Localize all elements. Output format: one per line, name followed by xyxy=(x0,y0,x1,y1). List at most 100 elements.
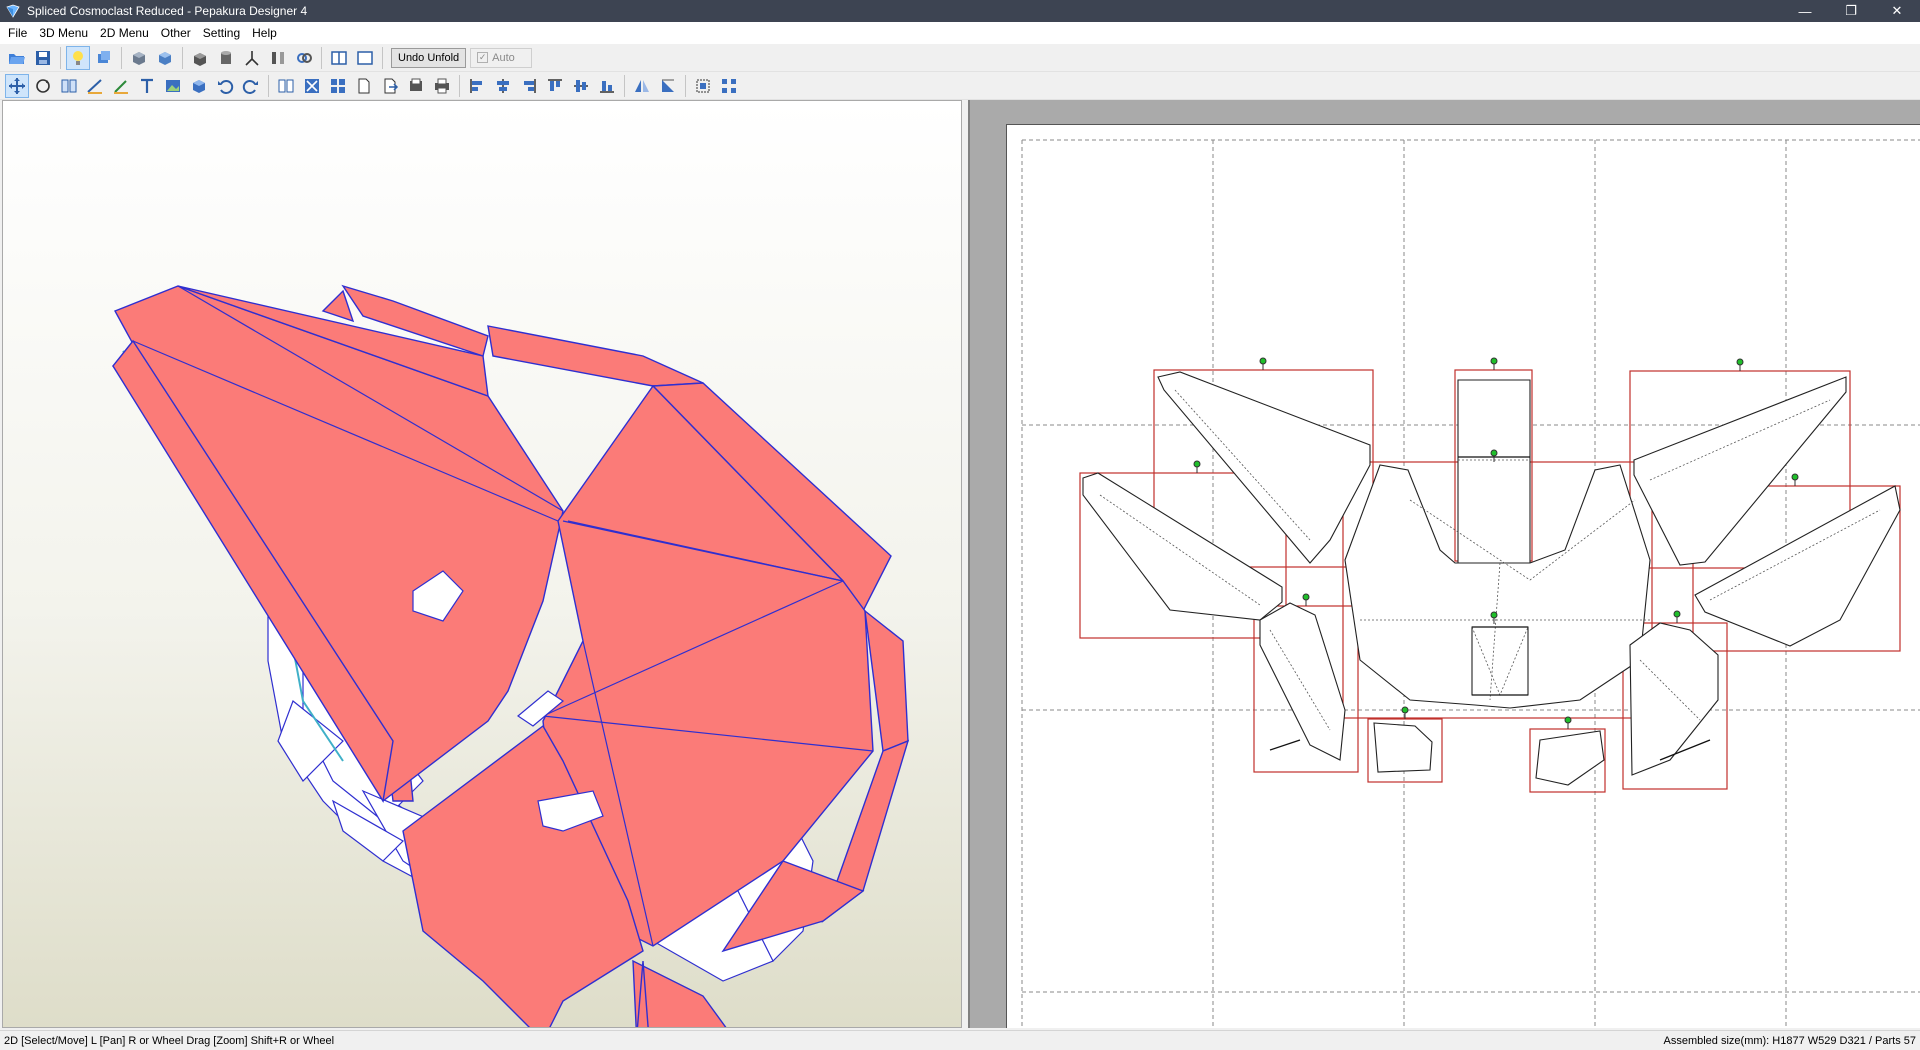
light-button[interactable] xyxy=(66,45,90,70)
window-controls: — ❐ ✕ xyxy=(1782,0,1920,22)
light-icon xyxy=(73,50,83,65)
edge-icon xyxy=(87,78,102,94)
minimize-button[interactable]: — xyxy=(1782,0,1828,22)
align-center-button[interactable] xyxy=(491,74,515,98)
edge-button[interactable] xyxy=(83,74,107,98)
undo-unfold-button[interactable]: Undo Unfold xyxy=(391,47,467,68)
redo-icon xyxy=(242,79,258,94)
part-lower-left xyxy=(1259,602,1346,761)
distribute-button[interactable] xyxy=(717,74,741,98)
mirror-h-button[interactable] xyxy=(630,74,654,98)
grid-button[interactable] xyxy=(326,74,350,98)
cylinder-icon xyxy=(221,50,231,64)
mirror-v-button[interactable] xyxy=(656,74,680,98)
book-icon xyxy=(278,79,294,92)
2d-view-pane[interactable] xyxy=(968,100,1920,1028)
single-view-icon xyxy=(357,50,373,65)
toolbar-separator xyxy=(321,46,322,69)
cut-button[interactable] xyxy=(300,74,324,98)
texture-icon xyxy=(194,52,206,66)
fit-page-icon xyxy=(696,79,710,92)
toolbar-separator xyxy=(121,46,122,69)
align-center-icon xyxy=(497,78,509,93)
close-button[interactable]: ✕ xyxy=(1874,0,1920,22)
mirror-v-icon xyxy=(662,79,674,92)
pepakura-window: Spliced Cosmoclast Reduced - Pepakura De… xyxy=(0,0,1920,1050)
auto-label: Auto xyxy=(492,51,515,64)
link-button[interactable] xyxy=(292,46,316,70)
fit-page-button[interactable] xyxy=(691,74,715,98)
toolbar-separator xyxy=(268,74,269,97)
select-move-button[interactable] xyxy=(5,73,29,98)
align-bottom-button[interactable] xyxy=(595,74,619,98)
menu-other[interactable]: Other xyxy=(155,22,197,44)
auto-checkbox[interactable]: ✓ Auto xyxy=(470,47,533,68)
part-small-left xyxy=(1373,722,1433,773)
axis-icon xyxy=(245,50,259,66)
flip-button[interactable] xyxy=(266,46,290,70)
flap-button[interactable] xyxy=(109,74,133,98)
page-print-button[interactable] xyxy=(404,74,428,98)
single-view-button[interactable] xyxy=(353,46,377,70)
mirror-h-icon xyxy=(635,79,649,92)
restore-button[interactable]: ❐ xyxy=(1828,0,1874,22)
align-middle-button[interactable] xyxy=(569,74,593,98)
page-button[interactable] xyxy=(352,74,376,98)
image-button[interactable] xyxy=(161,74,185,98)
part-center-column xyxy=(1457,379,1531,564)
part-small-right xyxy=(1535,730,1605,786)
axis-button[interactable] xyxy=(240,46,264,70)
align-top-button[interactable] xyxy=(543,74,567,98)
select-icon xyxy=(9,77,25,94)
open-button[interactable] xyxy=(5,46,29,70)
status-assembled-size: Assembled size(mm): H1877 W529 D321 / Pa… xyxy=(1663,1034,1917,1047)
3d-part-button[interactable] xyxy=(187,74,211,98)
save-button[interactable] xyxy=(31,46,55,70)
page-print-icon xyxy=(410,78,422,91)
text-icon xyxy=(141,78,153,93)
align-left-button[interactable] xyxy=(465,74,489,98)
align-left-icon xyxy=(470,78,482,93)
menu-3d[interactable]: 3D Menu xyxy=(33,22,94,44)
align-bottom-icon xyxy=(600,80,614,93)
grid-icon xyxy=(331,78,345,93)
align-middle-icon xyxy=(574,79,588,92)
edit-toolbar xyxy=(0,72,1920,100)
cut-icon xyxy=(305,78,319,93)
open-icon xyxy=(9,53,25,64)
window-title: Spliced Cosmoclast Reduced - Pepakura De… xyxy=(27,4,308,18)
join-button[interactable] xyxy=(57,74,81,98)
cylinder-button[interactable] xyxy=(214,46,238,70)
menu-setting[interactable]: Setting xyxy=(197,22,246,44)
auto-check-mark: ✓ xyxy=(477,52,489,63)
menu-file[interactable]: File xyxy=(2,22,33,44)
part-lower-right xyxy=(1629,622,1719,776)
image-icon xyxy=(166,79,180,92)
app-icon xyxy=(6,4,20,18)
book-button[interactable] xyxy=(274,74,298,98)
toolbar-separator xyxy=(60,46,61,69)
toolbar-separator xyxy=(382,46,383,69)
3d-model[interactable] xyxy=(3,101,962,1028)
split-view-button[interactable] xyxy=(327,46,351,70)
menu-help[interactable]: Help xyxy=(246,22,283,44)
text-button[interactable] xyxy=(135,74,159,98)
rotate-part-button[interactable] xyxy=(31,74,55,98)
texture-button[interactable] xyxy=(188,46,212,70)
2d-layout[interactable] xyxy=(970,100,1920,1028)
3d-view-pane[interactable] xyxy=(2,100,962,1028)
redo-button[interactable] xyxy=(239,74,263,98)
cube-rotate-button[interactable] xyxy=(153,46,177,70)
undo-button[interactable] xyxy=(213,74,237,98)
menu-2d[interactable]: 2D Menu xyxy=(94,22,155,44)
align-right-button[interactable] xyxy=(517,74,541,98)
print-button[interactable] xyxy=(430,74,454,98)
page-export-button[interactable] xyxy=(378,74,402,98)
rotate-3d-icon xyxy=(98,50,110,63)
undo-icon xyxy=(218,79,234,94)
flip-icon xyxy=(272,51,284,64)
cube-move-button[interactable] xyxy=(127,46,151,70)
model-left-blade xyxy=(112,285,564,803)
rotate-3d-button[interactable] xyxy=(92,46,116,70)
cube-move-icon xyxy=(133,51,145,65)
